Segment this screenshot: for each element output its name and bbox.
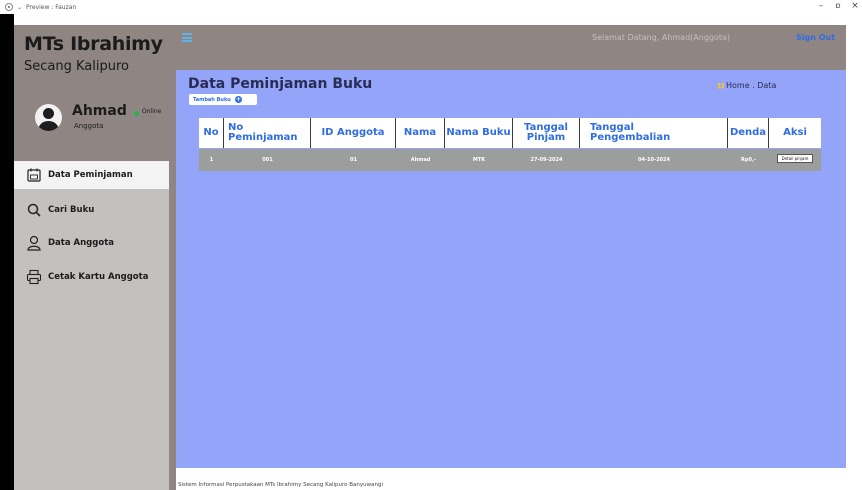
sidebar: MTs Ibrahimy Secang Kalipuro Ahmad Onlin… xyxy=(14,25,169,490)
menu-toggle-icon[interactable] xyxy=(182,33,192,42)
cell-tanggal-pinjam: 27-09-2024 xyxy=(530,157,563,163)
online-status-icon xyxy=(134,111,139,116)
window-border-left xyxy=(0,14,14,490)
search-icon xyxy=(26,202,42,218)
welcome-text: Selamat Datang, Ahmad(Anggota) xyxy=(592,33,731,42)
page-title: Data Peminjaman Buku xyxy=(188,76,373,92)
column-header-no: No xyxy=(199,118,224,148)
column-header-id-anggota: ID Anggota xyxy=(311,118,396,148)
sidebar-item-label: Data Peminjaman xyxy=(48,170,133,180)
chevron-down-icon[interactable]: ⌄ xyxy=(17,4,22,11)
user-role: Anggota xyxy=(74,122,104,130)
column-header-aksi: Aksi xyxy=(783,127,807,138)
grid-icon xyxy=(718,82,724,89)
window-border-right xyxy=(846,25,862,490)
add-book-label: Tambah Buku xyxy=(193,96,231,103)
add-book-button[interactable]: Tambah Buku + xyxy=(189,94,257,105)
window-border xyxy=(0,14,862,25)
sidebar-item-data-peminjaman[interactable]: Data Peminjaman xyxy=(14,161,169,189)
user-name: Ahmad xyxy=(72,103,127,119)
breadcrumb: Home . Data xyxy=(718,81,776,90)
app-icon xyxy=(5,3,13,11)
cell-no: 1 xyxy=(209,157,214,163)
sidebar-item-label: Data Anggota xyxy=(48,238,114,248)
cell-no-peminjaman: 001 xyxy=(262,157,273,163)
cell-id-anggota: 01 xyxy=(350,157,357,163)
cell-nama: Ahmad xyxy=(410,157,431,163)
sidebar-item-label: Cari Buku xyxy=(48,205,95,215)
detail-pinjam-button[interactable]: Detail pinjam xyxy=(777,154,813,163)
book-icon xyxy=(26,167,42,183)
window-titlebar: ⌄ Preview : Fauzan xyxy=(0,0,862,14)
table-row: 1 001 01 Ahmad MTK 27-09-2024 04-10-2024… xyxy=(199,149,821,171)
close-button[interactable]: × xyxy=(848,1,862,11)
restore-button[interactable]: ɒ xyxy=(831,1,845,10)
avatar xyxy=(35,104,62,131)
breadcrumb-text: Home . Data xyxy=(726,81,777,90)
user-panel: Ahmad Online Anggota xyxy=(14,97,169,165)
brand-subtitle: Secang Kalipuro xyxy=(24,59,129,74)
column-header-nama: Nama xyxy=(396,118,445,148)
sidebar-item-label: Cetak Kartu Anggota xyxy=(48,272,149,282)
cell-tanggal-pengembalian: 04-10-2024 xyxy=(638,157,670,163)
column-header-no-peminjaman: No Peminjaman xyxy=(224,118,311,148)
plus-icon: + xyxy=(234,96,242,103)
column-header-nama-buku: Nama Buku xyxy=(445,118,513,148)
cell-denda: Rp0,- xyxy=(741,157,756,163)
printer-icon xyxy=(26,269,42,285)
column-header-tanggal-pengembalian: Tanggal Pengembalian xyxy=(580,118,728,148)
user-icon xyxy=(26,235,42,251)
window-title: Preview : Fauzan xyxy=(26,3,77,11)
signout-button[interactable]: Sign Out xyxy=(796,33,835,42)
brand-title: MTs Ibrahimy xyxy=(24,33,163,55)
sidebar-item-data-anggota[interactable]: Data Anggota xyxy=(14,229,169,257)
column-header-tanggal-pinjam: Tanggal Pinjam xyxy=(513,118,580,148)
sidebar-item-cetak-kartu[interactable]: Cetak Kartu Anggota xyxy=(14,263,169,291)
sidebar-item-cari-buku[interactable]: Cari Buku xyxy=(14,196,169,224)
cell-nama-buku: MTK xyxy=(472,157,486,163)
online-status: Online xyxy=(142,108,162,115)
table-header: No No Peminjaman ID Anggota Nama Nama Bu… xyxy=(199,118,821,148)
column-header-denda: Denda xyxy=(728,118,769,148)
footer-text: Sistem Informasi Perpustakaan MTs Ibrahi… xyxy=(178,482,384,488)
minimize-button[interactable]: – xyxy=(814,1,828,11)
